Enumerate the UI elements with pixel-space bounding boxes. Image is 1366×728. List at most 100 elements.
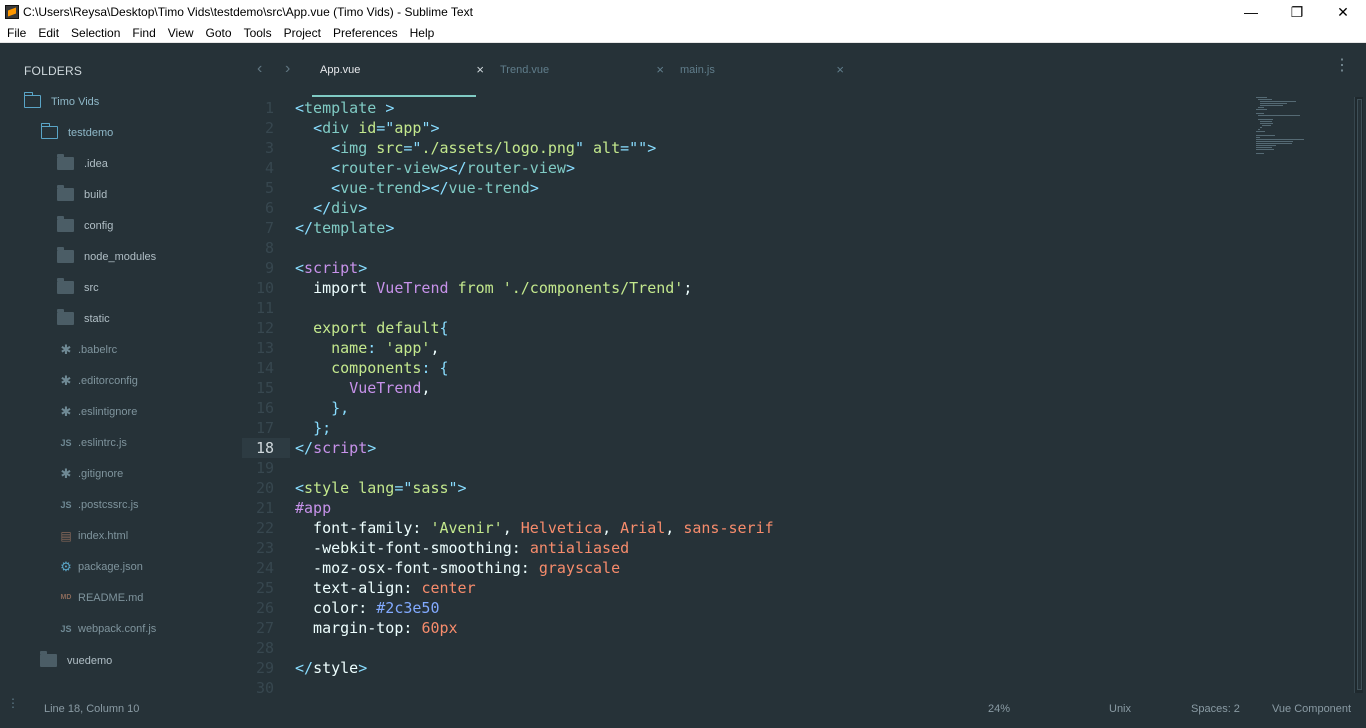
code-line[interactable]: 16 }, [242,398,1252,418]
menu-help[interactable]: Help [404,26,441,40]
folder-icon [57,278,74,294]
code-line[interactable]: 10 import VueTrend from './components/Tr… [242,278,1252,298]
minimap-line [1256,149,1274,150]
menu-project[interactable]: Project [278,26,327,40]
tab-close-icon[interactable]: × [476,62,484,77]
code-line[interactable]: 28 [242,638,1252,658]
code-line[interactable]: 25 text-align: center [242,578,1252,598]
menu-view[interactable]: View [162,26,200,40]
menu-tools[interactable]: Tools [238,26,278,40]
code-token: font-family: [295,519,431,537]
menu-preferences[interactable]: Preferences [327,26,404,40]
code-line[interactable]: 2 < div id =" app "> [242,118,1252,138]
tree-file-item[interactable]: JS .postcssrc.js [60,489,138,520]
tree-file-item[interactable]: ✱ .gitignore [60,458,124,489]
tree-project-folder[interactable]: vuedemo [40,645,112,676]
code-token: vue-trend [448,179,530,197]
code-line[interactable]: 29 </style > [242,658,1252,678]
tree-folder-item[interactable]: build [57,179,107,210]
code-line[interactable]: 30 [242,678,1252,696]
tree-file-item[interactable]: ⚙ package.json [60,551,143,582]
code-line[interactable]: 13 name: 'app', [242,338,1252,358]
tree-root-folder[interactable]: Timo Vids [23,86,100,117]
code-line[interactable]: 6 </div > [242,198,1252,218]
code-token: router-view [340,159,440,177]
tab-trend-vue[interactable]: Trend.vue × [492,61,672,97]
code-line[interactable]: 14 components: { [242,358,1252,378]
menu-file[interactable]: File [0,26,32,40]
code-token: script [313,439,368,457]
code-line[interactable]: 20 < style lang =" sass "> [242,478,1252,498]
code-line[interactable]: 22 font-family: 'Avenir', Helvetica, Ari… [242,518,1252,538]
code-line[interactable]: 9 < script > [242,258,1252,278]
line-number: 27 [255,619,274,637]
code-token: < [313,119,323,137]
code-token: > [367,439,377,457]
code-line[interactable]: 3 < img src =" ./assets/logo.png " alt =""> [242,138,1252,158]
tree-folder-item[interactable]: node_modules [57,241,156,272]
menu-edit[interactable]: Edit [32,26,65,40]
code-token: export [313,319,368,337]
tab-forward-arrow-icon[interactable]: › [285,60,290,78]
code-line[interactable]: 12 export default{ [242,318,1252,338]
tab-close-icon[interactable]: × [836,62,844,77]
javascript-file-icon: JS [60,437,72,448]
code-line[interactable]: 26 color: #2c3e50 [242,598,1252,618]
code-line[interactable]: 7 </template > [242,218,1252,238]
code-line[interactable]: 23 -webkit-font-smoothing: antialiased [242,538,1252,558]
code-line[interactable]: 27 margin-top: 60px [242,618,1252,638]
tree-folder-item[interactable]: src [57,272,99,303]
code-token: sass [412,479,449,497]
tree-file-item[interactable]: JS webpack.conf.js [60,613,156,644]
tree-file-item[interactable]: ✱ .eslintignore [60,396,138,427]
menu-selection[interactable]: Selection [65,26,126,40]
line-endings[interactable]: Unix [1109,703,1131,715]
code-line[interactable]: 18 </script > [242,438,1252,458]
code-line[interactable]: 4 < router-view ></router-view > [242,158,1252,178]
tab-main-js[interactable]: main.js × [672,61,852,97]
code-editor[interactable]: 1 < template >2 < div id =" app "> 3 < img src ="… [242,97,1352,696]
scrollbar-thumb[interactable] [1357,99,1362,690]
syntax-mode[interactable]: Vue Component [1272,703,1351,715]
code-line[interactable]: 8 [242,238,1252,258]
menu-goto[interactable]: Goto [200,26,238,40]
folder-icon [57,154,74,170]
tree-file-item[interactable]: MD README.md [60,582,144,613]
code-token: style [313,659,359,677]
tree-file-item[interactable]: ✱ .babelrc [60,334,118,365]
code-token: margin-top: [295,619,422,637]
code-line[interactable]: 19 [242,458,1252,478]
close-button[interactable]: ✕ [1320,0,1366,24]
tree-project-folder[interactable]: testdemo [40,117,113,148]
tab-back-arrow-icon[interactable]: ‹ [257,60,262,78]
code-token: ></ [439,159,467,177]
code-line[interactable]: 1 < template > [242,98,1252,118]
more-options-icon[interactable]: ⋮ [1334,58,1350,74]
tree-file-item[interactable]: ✱ .editorconfig [60,365,138,396]
menu-find[interactable]: Find [126,26,161,40]
panel-toggle-icon[interactable]: ⋮ [7,697,19,709]
tree-folder-item[interactable]: static [57,303,110,334]
code-line[interactable]: 5 < vue-trend ></vue-trend > [242,178,1252,198]
tree-item-label: src [84,281,99,294]
tree-file-item[interactable]: JS .eslintrc.js [60,427,126,458]
code-token: app [394,119,422,137]
tree-file-item[interactable]: ▤ index.html [60,520,128,551]
tab-app-vue[interactable]: App.vue × [312,61,492,97]
indentation[interactable]: Spaces: 2 [1191,703,1240,715]
code-line[interactable]: 24 -moz-osx-font-smoothing: grayscale [242,558,1252,578]
code-line[interactable]: 11 [242,298,1252,318]
tab-bar: ‹ › ⋮ App.vue × Trend.vue × main.js × [242,43,1366,97]
code-line[interactable]: 15 VueTrend, [242,378,1252,398]
minimize-button[interactable]: — [1228,0,1274,24]
code-line[interactable]: 17 }; [242,418,1252,438]
code-line[interactable]: 21 #app [242,498,1252,518]
tree-folder-item[interactable]: config [57,210,113,241]
tree-folder-item[interactable]: .idea [57,148,108,179]
tree-item-label: Timo Vids [51,95,100,108]
tab-close-icon[interactable]: × [656,62,664,77]
maximize-button[interactable]: ❐ [1274,0,1320,24]
minimap[interactable] [1256,97,1312,157]
vertical-scrollbar[interactable] [1354,97,1363,693]
